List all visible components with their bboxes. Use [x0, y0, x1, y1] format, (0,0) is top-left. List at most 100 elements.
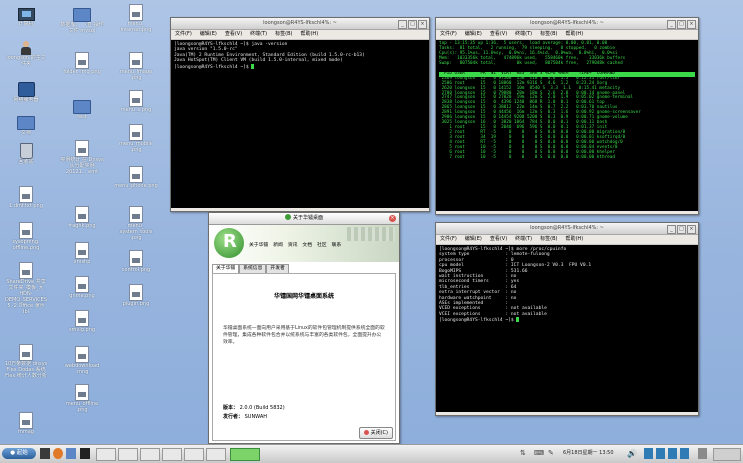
menu-view[interactable]: 查看(V) [225, 31, 242, 37]
maximize-button[interactable]: □ [677, 225, 686, 234]
workspace-1[interactable] [644, 448, 653, 459]
desktop-icon-file[interactable]: menu_s.png [114, 90, 158, 113]
desktop-icon-file[interactable]: ShareDrive 共享文件夹_模板_大 HDN-DEMO_SERVICES … [4, 262, 48, 315]
about-nav-item[interactable]: 联系 [332, 243, 342, 248]
workspace-3[interactable] [668, 448, 677, 459]
workspace-4[interactable] [680, 448, 689, 459]
window-titlebar[interactable]: loongson@R4YS-lfkschl4%: ~ _ □ × [436, 18, 698, 30]
volume-icon[interactable]: 🔊 [627, 448, 637, 459]
about-nav-item[interactable]: 资讯 [288, 243, 298, 248]
desktop-icon-documents[interactable]: 文档 [4, 112, 48, 136]
close-icon[interactable]: × [389, 215, 396, 222]
tab-developers[interactable]: 开发者 [266, 264, 289, 273]
minimize-button[interactable]: _ [667, 225, 676, 234]
desktop-icon-file[interactable]: menu_offline .png [60, 384, 104, 413]
taskbar-window-button-active[interactable] [230, 448, 260, 461]
desktop-icon-file[interactable]: menu_ system_tools .png [114, 206, 158, 241]
desktop-icon-file[interactable]: gnme.png [60, 276, 104, 299]
dialog-titlebar[interactable]: 关于华镭桌面 × [209, 213, 399, 225]
maximize-button[interactable]: □ [677, 20, 686, 29]
tab-system-info[interactable]: 系统信息 [239, 264, 267, 273]
menu-file[interactable]: 文件(F) [175, 31, 192, 37]
tab-about[interactable]: 关于华镭 [212, 264, 240, 273]
menu-edit[interactable]: 编辑(E) [200, 31, 217, 37]
about-nav-item[interactable]: 文档 [302, 243, 312, 248]
close-button-label: 关闭(C) [370, 430, 388, 436]
menu-terminal[interactable]: 终端(T) [250, 31, 267, 37]
close-button[interactable]: × [418, 20, 427, 29]
file-manager-icon[interactable] [66, 448, 76, 459]
window-titlebar[interactable]: loongson@R4YS-lfkschl4%: ~ _ □ × [436, 223, 698, 235]
menu-tabs[interactable]: 标签(B) [540, 236, 557, 242]
keyboard-icon[interactable]: ⌨ [534, 448, 544, 459]
input-method-icon[interactable]: ✎ [548, 448, 557, 459]
menu-tabs[interactable]: 标签(B) [540, 31, 557, 37]
taskbar-window-button[interactable] [206, 448, 226, 461]
terminal-output[interactable]: [loongson@R4YS-lfkschl4 ~]$ more /proc/c… [436, 245, 698, 412]
desktop-icon-file[interactable]: smvlg.png [60, 310, 104, 333]
desktop-icon-computer[interactable]: 计算机 [4, 4, 48, 27]
taskbar-window-button[interactable] [96, 448, 116, 461]
taskbar-window-button[interactable] [184, 448, 204, 461]
about-nav-item[interactable]: 新闻 [273, 243, 283, 248]
taskbar-window-button[interactable] [162, 448, 182, 461]
start-button[interactable]: ● 起始 [2, 448, 36, 459]
menu-terminal[interactable]: 终端(T) [515, 236, 532, 242]
terminal-output[interactable]: [loongson@R4YS-lfkschl4 ~]$ java -versio… [171, 40, 429, 208]
desktop-icon-file[interactable]: plugin.png [114, 284, 158, 307]
browser-icon[interactable] [53, 448, 63, 459]
top-terminal-window[interactable]: loongson@R4YS-lfkschl4%: ~ _ □ × 文件(F) 编辑(E… [435, 17, 699, 215]
desktop-icon-file[interactable]: sysopmng. offline.png [4, 222, 48, 251]
menu-file[interactable]: 文件(F) [440, 31, 457, 37]
about-dialog[interactable]: 关于华镭桌面 × R 关于华镭 新闻 资讯 文档 社区 联系 关于华镭 系统信息 开发者 华镭… [208, 212, 400, 444]
terminal-launcher-icon[interactable] [80, 448, 90, 459]
desktop-icon-file[interactable]: menu_phone png [114, 166, 158, 189]
maximize-button[interactable]: □ [408, 20, 417, 29]
menu-terminal[interactable]: 终端(T) [515, 31, 532, 37]
desktop-icon-network[interactable]: 网络服务器 [4, 78, 48, 103]
about-nav-item[interactable]: 社区 [317, 243, 327, 248]
desktop-icon-folder[interactable]: test [60, 96, 104, 120]
desktop-icon-file[interactable]: 10万条数据 dnsys Flex Dodas 系统 Flex 统计人数分析 [4, 344, 48, 379]
desktop-icon-home[interactable]: loongson 的主文件夹 [4, 38, 48, 67]
desktop-icon-file[interactable]: 实例统计 在 Dnsys 从分配实例 20121... emt [60, 140, 104, 175]
taskbar-window-button[interactable] [140, 448, 160, 461]
menu-view[interactable]: 查看(V) [490, 31, 507, 37]
show-desktop-icon[interactable] [40, 448, 50, 459]
desktop-icon-file[interactable]: fraghk.png [60, 206, 104, 229]
desktop-icon-file[interactable]: webdownload .mng [60, 346, 104, 375]
desktop-icon-trash[interactable]: 回收站 [4, 140, 48, 165]
menu-tabs[interactable]: 标签(B) [275, 31, 292, 37]
close-button[interactable]: 关闭(C) [359, 427, 393, 439]
menu-edit[interactable]: 编辑(E) [465, 236, 482, 242]
clock[interactable]: 6月18日星期一 13:50 [563, 448, 625, 459]
desktop-icon-folder[interactable]: 数据库， （直 操作文件 mysql [60, 4, 104, 34]
desktop-icon-file[interactable]: menu_mobile .png [114, 124, 158, 153]
cpuinfo-terminal-window[interactable]: loongson@R4YS-lfkschl4%: ~ _ □ × 文件(F) 编辑(E… [435, 222, 699, 416]
close-button[interactable]: × [687, 20, 696, 29]
trash-applet-icon[interactable] [698, 448, 707, 459]
minimize-button[interactable]: _ [667, 20, 676, 29]
close-button[interactable]: × [687, 225, 696, 234]
terminal-output[interactable]: top - 13:15:35 up 1:36, 5 users, load av… [436, 40, 698, 211]
java-terminal-window[interactable]: loongson@R4YS-lfkschl4%: ~ _ □ × 文件(F) 编辑(E… [170, 17, 430, 212]
network-status-icon[interactable]: ⇅ [520, 448, 529, 459]
window-titlebar[interactable]: loongson@R4YS-lfkschl4%: ~ _ □ × [171, 18, 429, 30]
menu-file[interactable]: 文件(F) [440, 236, 457, 242]
desktop-icon-file[interactable]: menu_ internet.png [114, 4, 158, 33]
about-nav-item[interactable]: 关于华镭 [249, 243, 268, 248]
menu-edit[interactable]: 编辑(E) [465, 31, 482, 37]
desktop-icon-file[interactable]: menu_image .png [114, 52, 158, 81]
menu-help[interactable]: 帮助(H) [565, 31, 583, 37]
menu-help[interactable]: 帮助(H) [300, 31, 318, 37]
minimize-button[interactable]: _ [398, 20, 407, 29]
taskbar-window-button[interactable] [118, 448, 138, 461]
menu-help[interactable]: 帮助(H) [565, 236, 583, 242]
desktop-icon-file[interactable]: 1.dmf.txt png [4, 186, 48, 209]
workspace-2[interactable] [656, 448, 665, 459]
menu-view[interactable]: 查看(V) [490, 236, 507, 242]
desktop-icon-file[interactable]: xmshp [60, 242, 104, 265]
desktop-icon-file[interactable]: control.png [114, 250, 158, 273]
desktop-icon-file[interactable]: mmag [4, 412, 48, 435]
desktop-icon-file[interactable]: folder_img png [60, 52, 104, 75]
